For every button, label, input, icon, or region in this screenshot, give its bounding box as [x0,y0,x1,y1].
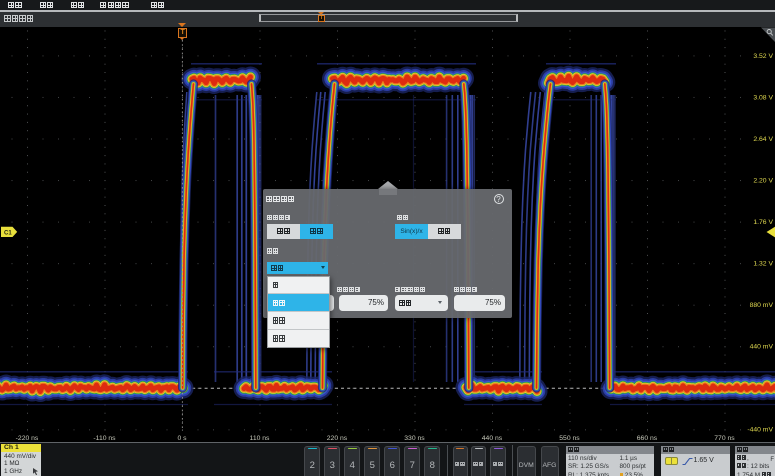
svg-text:110 ns: 110 ns [250,435,271,442]
svg-text:2.20 V: 2.20 V [753,177,773,184]
svg-text:3.52 V: 3.52 V [753,53,773,60]
svg-text:880 mV: 880 mV [750,302,774,309]
svg-text:440 mV: 440 mV [750,344,774,351]
svg-text:0 s: 0 s [177,435,187,442]
svg-text:770 ns: 770 ns [714,435,735,442]
svg-text:-110 ns: -110 ns [93,435,116,442]
svg-text:440 ns: 440 ns [482,435,503,442]
svg-text:660 ns: 660 ns [637,435,658,442]
svg-text:C1: C1 [4,231,12,237]
svg-text:-440 mV: -440 mV [747,427,773,434]
svg-text:550 ns: 550 ns [559,435,580,442]
svg-text:220 ns: 220 ns [327,435,348,442]
svg-text:3.08 V: 3.08 V [753,94,773,101]
svg-text:1.76 V: 1.76 V [753,219,773,226]
svg-text:2.64 V: 2.64 V [753,136,773,143]
svg-text:330 ns: 330 ns [404,435,425,442]
svg-text:1.32 V: 1.32 V [753,261,773,268]
svg-text:-220 ns: -220 ns [16,435,39,442]
